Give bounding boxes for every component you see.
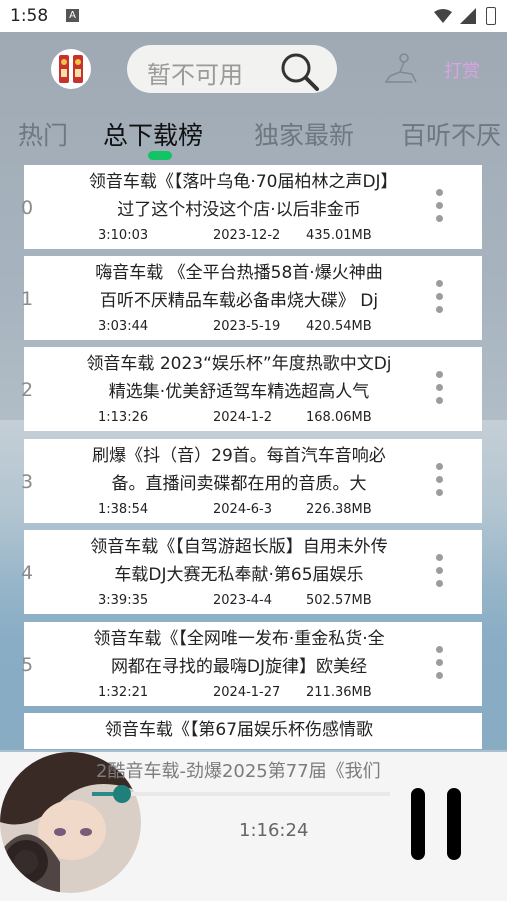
tab-exclusive-latest[interactable]: 独家最新 [254, 116, 354, 152]
pause-button[interactable] [411, 788, 465, 860]
track-date: 2024-6-3 [213, 502, 273, 517]
track-size: 502.57MB [306, 593, 372, 608]
category-tabs: 热门 总下载榜 独家最新 百听不厌 [0, 112, 507, 156]
track-index: 5 [21, 654, 34, 676]
track-date: 2023-12-2 [213, 228, 281, 243]
track-title: 领音车载 2023“娱乐杯”年度热歌中文Dj精选集·优美舒适驾车精选超高人气 [86, 354, 392, 402]
list-item[interactable]: 3 刷爆《抖（音）29首。每首汽车音响必备。直播间卖碟都在用的音质。大 1:38… [21, 439, 482, 523]
signal-icon [460, 8, 476, 24]
status-time: 1:58 [10, 6, 49, 26]
reward-link[interactable]: 打赏 [444, 57, 480, 83]
progress-track[interactable] [92, 792, 390, 796]
track-list[interactable]: 0 领音车载《【落叶乌龟·70届柏林之声DJ】过了这个村没这个店·以后非金币 3… [0, 164, 507, 749]
list-item[interactable]: 0 领音车载《【落叶乌龟·70届柏林之声DJ】过了这个村没这个店·以后非金币 3… [21, 165, 482, 249]
more-options-icon[interactable] [433, 189, 445, 229]
track-date: 2024-1-27 [213, 685, 281, 700]
active-tab-indicator [148, 151, 172, 160]
track-date: 2023-5-19 [213, 319, 281, 334]
track-size: 435.01MB [306, 228, 372, 243]
track-size: 226.38MB [306, 502, 372, 517]
track-duration: 3:10:03 [98, 228, 149, 243]
pause-icon [447, 788, 461, 860]
tab-total-downloads[interactable]: 总下载榜 [103, 116, 203, 152]
more-options-icon[interactable] [433, 646, 445, 686]
track-title: 嗨音车载 《全平台热播58首·爆火神曲 百听不厌精品车载必备串烧大碟》 Dj [95, 263, 383, 311]
track-title: 领音车载《【落叶乌龟·70届柏林之声DJ】过了这个村没这个店·以后非金币 [88, 172, 390, 220]
track-index: 2 [21, 379, 34, 401]
more-options-icon[interactable] [433, 554, 445, 594]
track-size: 211.36MB [306, 685, 372, 700]
now-playing-title: 2酷音车载-劲爆2025第77届《我们 [96, 761, 381, 782]
tab-evergreen[interactable]: 百听不厌 [401, 116, 501, 152]
progress-thumb[interactable] [112, 785, 131, 803]
track-duration: 3:39:35 [98, 593, 149, 608]
track-index: 1 [21, 288, 34, 310]
more-options-icon[interactable] [433, 463, 445, 503]
track-duration: 1:38:54 [98, 502, 149, 517]
track-index: 4 [21, 562, 34, 584]
more-options-icon[interactable] [433, 371, 445, 411]
search-placeholder: 暂不可用 [147, 61, 243, 89]
tab-hot[interactable]: 热门 [18, 116, 68, 152]
track-size: 420.54MB [306, 319, 372, 334]
list-item[interactable]: 1 嗨音车载 《全平台热播58首·爆火神曲 百听不厌精品车载必备串烧大碟》 Dj… [21, 256, 482, 340]
logo-icon [59, 55, 83, 83]
track-date: 2023-4-4 [213, 593, 273, 608]
track-size: 168.06MB [306, 410, 372, 425]
notification-icon: A [66, 9, 79, 22]
list-item[interactable]: 4 领音车载《【自驾游超长版】自用未外传车载DJ大赛无私奉献·第65届娱乐 3:… [21, 530, 482, 614]
status-bar: 1:58 A [0, 0, 507, 32]
search-bar[interactable]: 暂不可用 [127, 45, 337, 93]
list-item[interactable]: 2 领音车载 2023“娱乐杯”年度热歌中文Dj精选集·优美舒适驾车精选超高人气… [21, 347, 482, 431]
track-title: 领音车载《【第67届娱乐杯伤感情歌 [104, 720, 374, 740]
track-index: 3 [21, 471, 34, 493]
app-logo[interactable] [51, 49, 91, 89]
search-icon[interactable] [279, 51, 321, 93]
track-index: 0 [21, 197, 34, 219]
track-title: 刷爆《抖（音）29首。每首汽车音响必备。直播间卖碟都在用的音质。大 [92, 446, 386, 494]
pause-icon [411, 788, 425, 860]
list-item[interactable]: 5 领音车载《【全网唯一发布·重金私货·全网都在寻找的最嗨DJ旋律】欧美经 1:… [21, 622, 482, 706]
elapsed-time: 1:16:24 [239, 820, 309, 841]
track-title: 领音车载《【全网唯一发布·重金私货·全网都在寻找的最嗨DJ旋律】欧美经 [93, 629, 385, 677]
track-title: 领音车载《【自驾游超长版】自用未外传车载DJ大赛无私奉献·第65届娱乐 [90, 537, 388, 585]
track-duration: 1:13:26 [98, 410, 149, 425]
more-options-icon[interactable] [433, 280, 445, 320]
yoga-figure-icon[interactable] [382, 52, 420, 86]
wifi-icon [434, 9, 452, 23]
track-duration: 3:03:44 [98, 319, 149, 334]
track-duration: 1:32:21 [98, 685, 149, 700]
track-date: 2024-1-2 [213, 410, 273, 425]
battery-icon [486, 7, 496, 25]
list-item[interactable]: 领音车载《【第67届娱乐杯伤感情歌 [24, 713, 482, 749]
